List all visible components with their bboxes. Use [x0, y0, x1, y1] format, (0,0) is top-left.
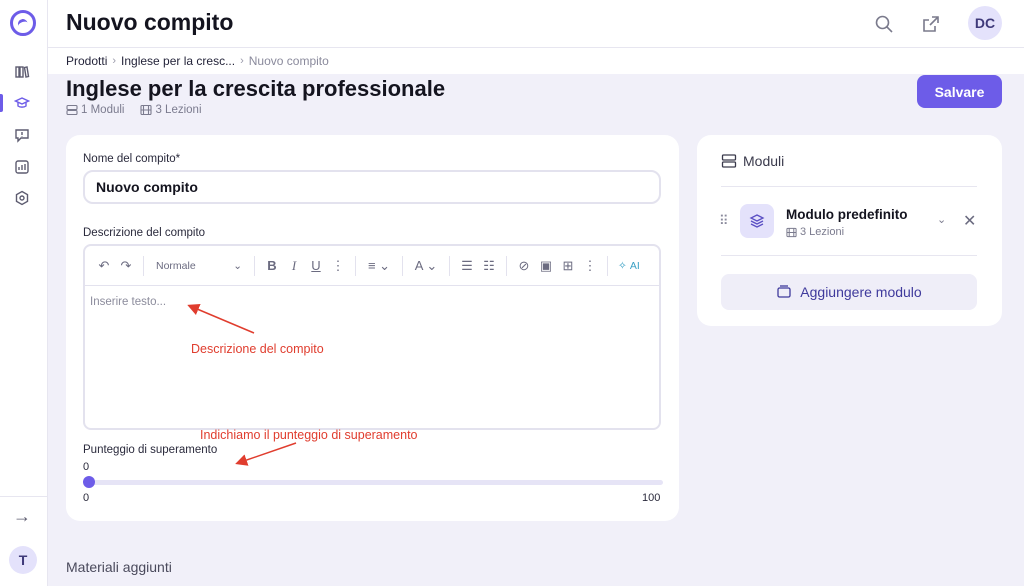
modules-icon [721, 154, 737, 168]
divider [721, 186, 977, 187]
user-avatar[interactable]: T [9, 546, 37, 574]
breadcrumb-item-products[interactable]: Prodotti [66, 54, 107, 68]
add-module-button[interactable]: Aggiungere modulo [721, 274, 977, 310]
top-bar: Nuovo compito DC [48, 0, 1024, 48]
align-icon[interactable]: ≡ ⌄ [362, 255, 396, 277]
external-link-icon[interactable] [921, 14, 941, 34]
breadcrumb-item-course[interactable]: Inglese per la cresc... [121, 54, 235, 68]
task-name-label: Nome del compito* [83, 153, 181, 165]
feedback-icon[interactable] [13, 126, 31, 144]
lessons-count-label: 3 Lezioni [155, 104, 202, 116]
slider-min-label: 0 [83, 492, 90, 504]
lessons-count: 3 Lezioni [140, 104, 202, 116]
passing-score-value: 0 [83, 461, 90, 473]
ai-label: AI [629, 259, 640, 272]
expand-arrow-icon[interactable]: → [13, 506, 31, 527]
materials-section-title: Materiali aggiunti [66, 559, 172, 575]
passing-score-label: Punteggio di superamento [83, 444, 218, 456]
active-indicator [0, 94, 3, 112]
layers-icon [740, 204, 774, 238]
toolbar-divider [607, 255, 608, 276]
slider-thumb[interactable] [83, 476, 95, 488]
passing-score-slider[interactable] [88, 480, 663, 485]
chevron-right-icon: › [112, 55, 117, 67]
toolbar-divider [143, 255, 144, 276]
underline-icon[interactable]: U [305, 255, 327, 277]
toolbar-divider [254, 255, 255, 276]
settings-icon[interactable] [13, 189, 31, 207]
bold-icon[interactable]: B [261, 255, 283, 277]
numbered-list-icon[interactable]: ☷ [478, 255, 500, 277]
image-icon[interactable]: ▣ [535, 255, 557, 277]
page-header-title: Nuovo compito [66, 9, 234, 35]
module-lessons: 3 Lezioni [786, 226, 844, 238]
breadcrumb: Prodotti › Inglese per la cresc... › Nuo… [48, 48, 1024, 74]
redo-icon[interactable]: ↷ [115, 255, 137, 277]
save-button[interactable]: Salvare [917, 75, 1002, 108]
bullet-list-icon[interactable]: ☰ [456, 255, 478, 277]
course-title: Inglese per la crescita professionale [66, 76, 446, 101]
drag-handle-icon[interactable]: ⠿ [719, 213, 729, 229]
task-name-input[interactable] [83, 170, 661, 204]
modules-count: 1 Moduli [66, 104, 124, 116]
ai-assistant-button[interactable]: ✧ AI [614, 255, 644, 277]
link-icon[interactable]: ⊘ [513, 255, 535, 277]
account-avatar[interactable]: DC [968, 6, 1002, 40]
more-options-icon[interactable]: ⋮ [327, 255, 349, 277]
module-name: Modulo predefinito [786, 207, 908, 222]
chevron-down-icon: ⌄ [233, 259, 242, 272]
add-module-label: Aggiungere modulo [800, 284, 922, 300]
film-icon [140, 104, 153, 116]
slider-max-label: 100 [642, 492, 661, 504]
toolbar-divider [355, 255, 356, 276]
toolbar-divider [506, 255, 507, 276]
text-style-value: Normale [156, 259, 196, 272]
course-meta: 1 Moduli 3 Lezioni [66, 104, 202, 116]
app-logo-icon[interactable] [10, 10, 36, 36]
annotation-score: Indichiamo il punteggio di superamento [200, 428, 418, 442]
library-icon[interactable] [13, 63, 31, 81]
modules-icon [66, 104, 78, 116]
text-color-icon[interactable]: A ⌄ [409, 255, 443, 277]
more-options-icon[interactable]: ⋮ [579, 255, 601, 277]
undo-icon[interactable]: ↶ [93, 255, 115, 277]
chevron-down-icon[interactable]: ⌄ [937, 213, 946, 226]
close-icon[interactable]: ✕ [963, 211, 976, 231]
italic-icon[interactable]: I [283, 255, 305, 277]
module-add-icon [777, 285, 791, 298]
sparkle-icon: ✧ [618, 259, 627, 272]
toolbar-divider [402, 255, 403, 276]
search-icon[interactable] [874, 14, 894, 34]
courses-icon[interactable] [13, 94, 31, 112]
modules-panel-title: Moduli [743, 153, 785, 169]
chevron-right-icon: › [240, 55, 244, 67]
editor-toolbar: ↶ ↷ Normale ⌄ B I U ⋮ ≡ ⌄ A ⌄ ☰ ☷ ⊘ ▣ ⊞ … [85, 246, 659, 286]
table-icon[interactable]: ⊞ [557, 255, 579, 277]
divider [721, 255, 977, 256]
toolbar-divider [449, 255, 450, 276]
annotation-description: Descrizione del compito [191, 342, 324, 356]
task-form-card: Nome del compito* Descrizione del compit… [66, 135, 679, 521]
task-description-label: Descrizione del compito [83, 227, 206, 239]
modules-panel: Moduli ⠿ Modulo predefinito 3 Lezioni ⌄ … [697, 135, 1002, 326]
editor-content-area[interactable]: Inserire testo... [85, 286, 659, 318]
text-style-select[interactable]: Normale ⌄ [150, 255, 248, 277]
sidebar: → T [0, 0, 48, 586]
rich-text-editor: ↶ ↷ Normale ⌄ B I U ⋮ ≡ ⌄ A ⌄ ☰ ☷ ⊘ ▣ ⊞ … [83, 244, 661, 430]
modules-panel-header: Moduli [721, 153, 784, 169]
film-icon [786, 227, 797, 237]
modules-count-label: 1 Moduli [81, 104, 125, 116]
breadcrumb-item-current: Nuovo compito [248, 54, 329, 68]
analytics-icon[interactable] [13, 158, 31, 176]
sidebar-divider [0, 496, 48, 497]
module-lessons-label: 3 Lezioni [800, 226, 845, 238]
